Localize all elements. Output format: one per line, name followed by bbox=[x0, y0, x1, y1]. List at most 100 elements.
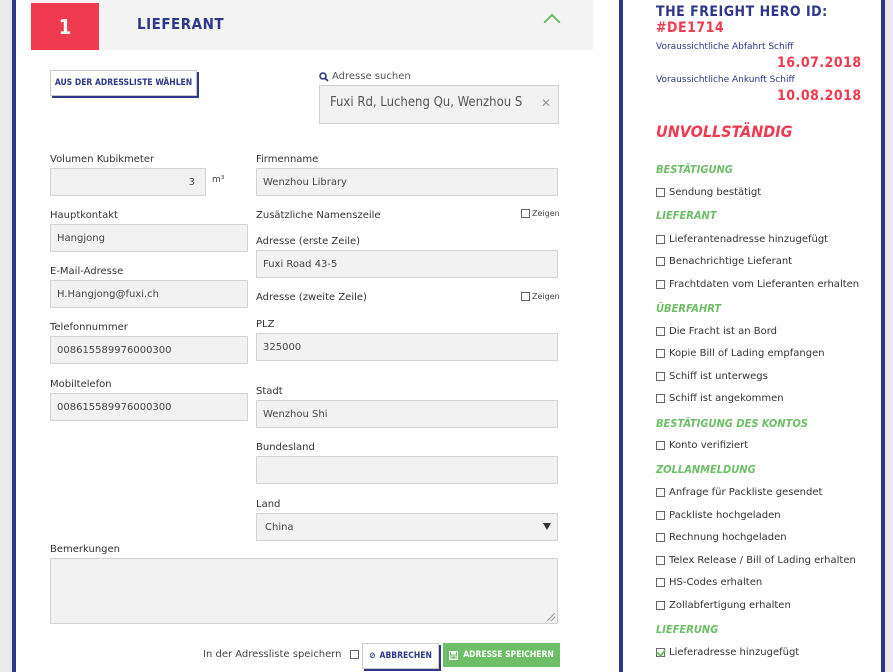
checklist-item[interactable]: HS-Codes erhalten bbox=[656, 577, 762, 588]
checkbox[interactable] bbox=[656, 372, 665, 381]
checklist-item-label: Sendung bestätigt bbox=[669, 187, 762, 198]
checklist-item[interactable]: Die Fracht ist an Bord bbox=[656, 326, 777, 337]
freight-hero-id: THE FREIGHT HERO ID: #DE1714 bbox=[656, 4, 893, 36]
checklist-item[interactable]: Schiff ist unterwegs bbox=[656, 371, 768, 382]
address-search-box: ✕ bbox=[319, 85, 559, 124]
checkbox[interactable] bbox=[656, 533, 665, 542]
checklist-item-label: Telex Release / Bill of Lading erhalten bbox=[669, 555, 856, 566]
checklist-item-label: Lieferadresse hinzugefügt bbox=[669, 647, 800, 658]
right-border bbox=[881, 0, 885, 672]
checklist-item[interactable]: Rechnung hochgeladen bbox=[656, 532, 787, 543]
step-title: LIEFERANT bbox=[137, 15, 225, 33]
resize-handle-icon[interactable] bbox=[547, 613, 555, 621]
search-label: Adresse suchen bbox=[319, 71, 411, 82]
phone-input[interactable]: 008615589976000300 bbox=[50, 336, 248, 364]
city-input[interactable]: Wenzhou Shi bbox=[256, 400, 558, 428]
email-input[interactable]: H.Hangjong@fuxi.ch bbox=[50, 280, 248, 308]
checklist-item-label: Anfrage für Packliste gesendet bbox=[669, 487, 823, 498]
volume-unit: m³ bbox=[212, 175, 225, 185]
arrival-label: Voraussichtliche Ankunft Schiff bbox=[656, 75, 795, 85]
mobile-label: Mobiltelefon bbox=[50, 379, 112, 390]
checkbox[interactable] bbox=[656, 488, 665, 497]
address2-show-checkbox[interactable] bbox=[521, 292, 530, 301]
checked-checkbox[interactable] bbox=[656, 648, 665, 657]
checklist-item[interactable]: Sendung bestätigt bbox=[656, 187, 761, 198]
checkbox[interactable] bbox=[656, 511, 665, 520]
choose-from-address-list-button[interactable]: AUS DER ADRESSLISTE WÄHLEN bbox=[50, 70, 197, 96]
address1-input[interactable]: Fuxi Road 43-5 bbox=[256, 250, 558, 278]
checklist-item[interactable]: Kopie Bill of Lading empfangen bbox=[656, 348, 825, 359]
address2-show-toggle[interactable]: Zeigen bbox=[521, 292, 560, 301]
contact-label: Hauptkontakt bbox=[50, 210, 118, 221]
checkbox[interactable] bbox=[656, 556, 665, 565]
extra-name-show-checkbox[interactable] bbox=[521, 209, 530, 218]
checklist-section-title: ZOLLANMELDUNG bbox=[656, 463, 756, 476]
address-search-input[interactable] bbox=[330, 95, 530, 110]
volume-input[interactable]: 3 bbox=[50, 168, 206, 196]
save-in-list-option[interactable]: In der Adressliste speichern bbox=[203, 649, 359, 660]
search-label-text: Adresse suchen bbox=[332, 71, 411, 82]
checklist-item[interactable]: Lieferadresse hinzugefügt bbox=[656, 647, 799, 658]
cancel-icon: ⊘ bbox=[369, 651, 376, 661]
checkbox[interactable] bbox=[656, 188, 665, 197]
dropdown-arrow-icon bbox=[543, 523, 551, 530]
freight-hero-id-label: THE FREIGHT HERO ID: bbox=[656, 4, 828, 20]
checklist-item-label: Lieferantenadresse hinzugefügt bbox=[669, 234, 829, 245]
checklist-item-label: Kopie Bill of Lading empfangen bbox=[669, 348, 825, 359]
notes-textarea[interactable] bbox=[50, 558, 558, 624]
departure-date: 16.07.2018 bbox=[777, 55, 862, 71]
state-input[interactable] bbox=[256, 456, 558, 484]
checkbox[interactable] bbox=[656, 257, 665, 266]
checklist-section-title: BESTÄTIGUNG DES KONTOS bbox=[656, 417, 808, 430]
freight-hero-id-value: #DE1714 bbox=[656, 20, 725, 36]
save-address-button-label: ADRESSE SPEICHERN bbox=[463, 650, 554, 660]
checklist-item[interactable]: Packliste hochgeladen bbox=[656, 510, 781, 521]
checklist-item[interactable]: Frachtdaten vom Lieferanten erhalten bbox=[656, 279, 859, 290]
checkbox[interactable] bbox=[656, 327, 665, 336]
mobile-input[interactable]: 008615589976000300 bbox=[50, 393, 248, 421]
extra-name-show-label: Zeigen bbox=[532, 209, 560, 218]
checkbox[interactable] bbox=[656, 394, 665, 403]
country-select[interactable]: China bbox=[256, 513, 558, 541]
company-label: Firmenname bbox=[256, 154, 319, 165]
address2-label: Adresse (zweite Zeile) bbox=[256, 292, 367, 303]
extra-name-show-toggle[interactable]: Zeigen bbox=[521, 209, 560, 218]
checklist-item-label: Frachtdaten vom Lieferanten erhalten bbox=[669, 279, 860, 290]
contact-input[interactable]: Hangjong bbox=[50, 224, 248, 252]
search-icon bbox=[319, 71, 329, 82]
company-input[interactable]: Wenzhou Library bbox=[256, 168, 558, 196]
save-in-list-label: In der Adressliste speichern bbox=[203, 649, 342, 660]
checklist-item[interactable]: Lieferantenadresse hinzugefügt bbox=[656, 234, 828, 245]
state-label: Bundesland bbox=[256, 442, 315, 453]
checklist-section-title: LIEFERANT bbox=[656, 209, 717, 222]
save-in-list-checkbox[interactable] bbox=[349, 650, 359, 659]
checklist-item-label: Schiff ist angekommen bbox=[669, 393, 784, 404]
phone-label: Telefonnummer bbox=[50, 322, 128, 333]
step-number: 1 bbox=[31, 3, 99, 50]
checkbox[interactable] bbox=[656, 601, 665, 610]
clear-icon[interactable]: ✕ bbox=[541, 96, 551, 110]
step-header[interactable] bbox=[30, 0, 593, 50]
checklist-section-title: ÜBERFAHRT bbox=[656, 302, 722, 315]
checkbox[interactable] bbox=[656, 349, 665, 358]
checklist-item[interactable]: Zollabfertigung erhalten bbox=[656, 600, 791, 611]
checkbox[interactable] bbox=[656, 235, 665, 244]
checklist-item[interactable]: Telex Release / Bill of Lading erhalten bbox=[656, 555, 856, 566]
checklist-item[interactable]: Anfrage für Packliste gesendet bbox=[656, 487, 822, 498]
save-address-button[interactable]: ADRESSE SPEICHERN bbox=[443, 643, 560, 667]
checklist-item[interactable]: Konto verifiziert bbox=[656, 440, 748, 451]
zip-label: PLZ bbox=[256, 319, 275, 330]
notes-label: Bemerkungen bbox=[50, 544, 121, 555]
checklist-item[interactable]: Schiff ist angekommen bbox=[656, 393, 784, 404]
cancel-button[interactable]: ⊘ ABBRECHEN bbox=[362, 643, 439, 669]
country-label: Land bbox=[256, 499, 281, 510]
checklist-section-title: LIEFERUNG bbox=[656, 623, 719, 636]
zip-input[interactable]: 325000 bbox=[256, 333, 558, 361]
checkbox[interactable] bbox=[656, 578, 665, 587]
checkbox[interactable] bbox=[656, 441, 665, 450]
checklist-item-label: Benachrichtige Lieferant bbox=[669, 256, 793, 267]
checkbox[interactable] bbox=[656, 280, 665, 289]
checklist-item[interactable]: Benachrichtige Lieferant bbox=[656, 256, 792, 267]
checklist-item-label: Die Fracht ist an Bord bbox=[669, 326, 778, 337]
checklist-section-title: BESTÄTIGUNG bbox=[656, 163, 733, 176]
